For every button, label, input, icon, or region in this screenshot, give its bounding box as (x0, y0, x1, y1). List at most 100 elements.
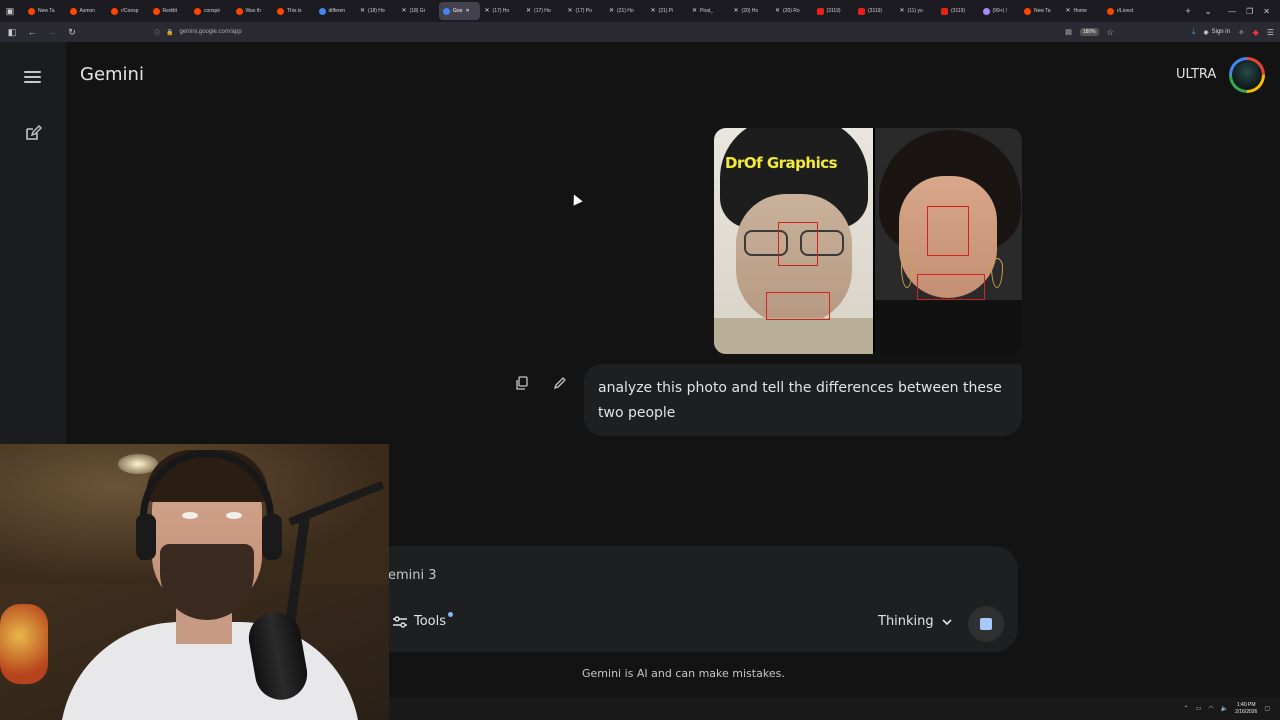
tab-label: Goo (453, 8, 463, 14)
browser-tab[interactable]: New Ta (24, 2, 65, 20)
browser-tab[interactable]: (3119) (813, 2, 854, 20)
browser-tab[interactable]: New Ta (1020, 2, 1061, 20)
site-info-icon[interactable]: ⓘ (154, 28, 160, 37)
tab-label: (18) Gr (409, 8, 426, 14)
edit-prompt-icon[interactable] (552, 375, 568, 391)
extensions-icon[interactable]: ✧ (1238, 28, 1245, 37)
sign-in-button[interactable]: ◉ Sign in (1203, 29, 1230, 36)
browser-tab[interactable]: Asmon (66, 2, 107, 20)
browser-tab[interactable]: This is (273, 2, 314, 20)
system-clock[interactable]: 1:40 PM 2/16/2026 (1235, 702, 1257, 716)
tab-label: (17) Ho (534, 8, 551, 14)
tray-chevron-icon[interactable]: ⌃ (1184, 705, 1189, 712)
clock-time: 1:40 PM (1236, 701, 1256, 708)
browser-tab[interactable]: (3119) (854, 2, 895, 20)
tools-button[interactable]: Tools (392, 612, 457, 629)
tools-label: Tools (414, 614, 447, 629)
browser-tab[interactable]: (3119) (937, 2, 978, 20)
browser-tab[interactable]: (20) Ho (730, 2, 771, 20)
x-favicon-icon (526, 8, 531, 15)
new-tab-button[interactable]: + (1178, 6, 1198, 16)
stop-icon (980, 618, 992, 630)
uploaded-image[interactable]: DrOf Graphics (714, 128, 1022, 354)
prompt-input[interactable]: emini 3 (388, 568, 437, 583)
extension-icon[interactable]: ◆ (1253, 28, 1259, 37)
google-favicon-icon (443, 7, 450, 15)
browser-tab[interactable]: Was th (232, 2, 273, 20)
reddit-favicon-icon (111, 7, 118, 15)
restore-icon[interactable]: ❐ (1246, 7, 1253, 16)
avatar[interactable] (1229, 57, 1265, 93)
app-menu-icon[interactable]: ☰ (1267, 28, 1274, 37)
browser-tab[interactable]: (21) Pi (647, 2, 688, 20)
mode-selector[interactable]: Thinking (878, 614, 952, 629)
x-favicon-icon (900, 8, 905, 15)
close-window-icon[interactable]: ✕ (1263, 7, 1270, 16)
close-tab-icon[interactable]: ✕ (465, 8, 469, 14)
browser-tab-bar: ▣ New Ta Asmon r/Consp Reddit conspir Was th T… (0, 0, 1280, 22)
browser-tab[interactable]: Home (1062, 2, 1103, 20)
browser-tab[interactable]: (17) Po (564, 2, 605, 20)
browser-tab[interactable]: r/Livest (1103, 2, 1144, 20)
annotation-box-eyes-left (778, 222, 818, 266)
other-favicon-icon (982, 7, 990, 15)
browser-tab[interactable]: r/Consp (107, 2, 148, 20)
copy-icon[interactable] (514, 375, 530, 391)
mouse-cursor (569, 192, 583, 206)
wifi-icon[interactable]: ◠ (1208, 705, 1213, 712)
stop-generation-button[interactable] (968, 606, 1004, 642)
browser-tab[interactable]: Reddit (149, 2, 190, 20)
browser-tab[interactable]: (18) Gr (398, 2, 439, 20)
bookmark-star-icon[interactable]: ☆ (1107, 28, 1114, 37)
browser-tab[interactable]: (17) Ho (522, 2, 563, 20)
browser-nav-bar: ◧ ← → ↻ ⓘ 🔒 gemini.google.com/app ▤ 180%… (0, 22, 1280, 42)
sidebar-toggle-icon[interactable]: ◧ (6, 27, 18, 38)
browser-tab[interactable]: differen (315, 2, 356, 20)
tab-label: (3119) (826, 8, 841, 14)
x-favicon-icon (734, 8, 739, 15)
chevron-down-icon (942, 618, 952, 625)
browser-tab[interactable]: (17) Ho (481, 2, 522, 20)
browser-tab[interactable]: (18) Ho (356, 2, 397, 20)
minimize-icon[interactable]: — (1228, 7, 1236, 16)
plan-badge[interactable]: ULTRA (1176, 67, 1216, 82)
reddit-favicon-icon (69, 7, 77, 15)
tab-label: Reddit (162, 8, 177, 14)
network-icon[interactable]: ▭ (1196, 705, 1202, 712)
x-favicon-icon (485, 8, 490, 15)
browser-tab[interactable]: Goo ✕ (439, 2, 480, 20)
volume-icon[interactable]: 🔈 (1221, 705, 1228, 712)
main-menu-icon[interactable] (24, 71, 41, 85)
browser-tab[interactable]: (21) Ho (605, 2, 646, 20)
yt-favicon-icon (816, 7, 824, 15)
reddit-favicon-icon (277, 7, 284, 15)
browser-tab[interactable]: conspir (190, 2, 231, 20)
new-chat-icon[interactable] (24, 124, 42, 142)
image-watermark: DrOf Graphics (725, 154, 838, 172)
notifications-icon[interactable]: ▢ (1264, 705, 1270, 712)
tab-list-button[interactable]: ⌄ (1198, 6, 1218, 17)
reddit-favicon-icon (152, 7, 160, 15)
webcam-overlay (0, 444, 389, 720)
back-icon[interactable]: ← (26, 27, 38, 37)
browser-tab[interactable]: (99+) / (979, 2, 1020, 20)
tab-label: Was th (245, 8, 261, 14)
tab-label: (17) Ho (492, 8, 510, 14)
tab-label: (21) Ho (617, 8, 634, 14)
browser-tab[interactable]: Pirat_ (688, 2, 729, 20)
address-bar[interactable]: ⓘ 🔒 gemini.google.com/app (146, 24, 1057, 40)
download-icon[interactable]: ⤓ (1192, 27, 1196, 37)
reddit-favicon-icon (1024, 7, 1031, 15)
tab-label: r/Consp (121, 8, 139, 14)
reader-view-icon[interactable]: ▤ (1065, 28, 1072, 36)
browser-tab[interactable]: (11) yo (896, 2, 937, 20)
forward-icon[interactable]: → (46, 27, 58, 37)
user-prompt-bubble: analyze this photo and tell the differen… (584, 364, 1022, 436)
browser-tab[interactable]: (20) Ro (771, 2, 812, 20)
tab-overview-icon[interactable]: ▣ (0, 6, 20, 17)
reload-icon[interactable]: ↻ (66, 27, 78, 38)
tab-label: (17) Po (575, 8, 592, 14)
zoom-level[interactable]: 180% (1079, 28, 1099, 36)
app-title: Gemini (80, 64, 144, 85)
google-favicon-icon (318, 7, 326, 15)
